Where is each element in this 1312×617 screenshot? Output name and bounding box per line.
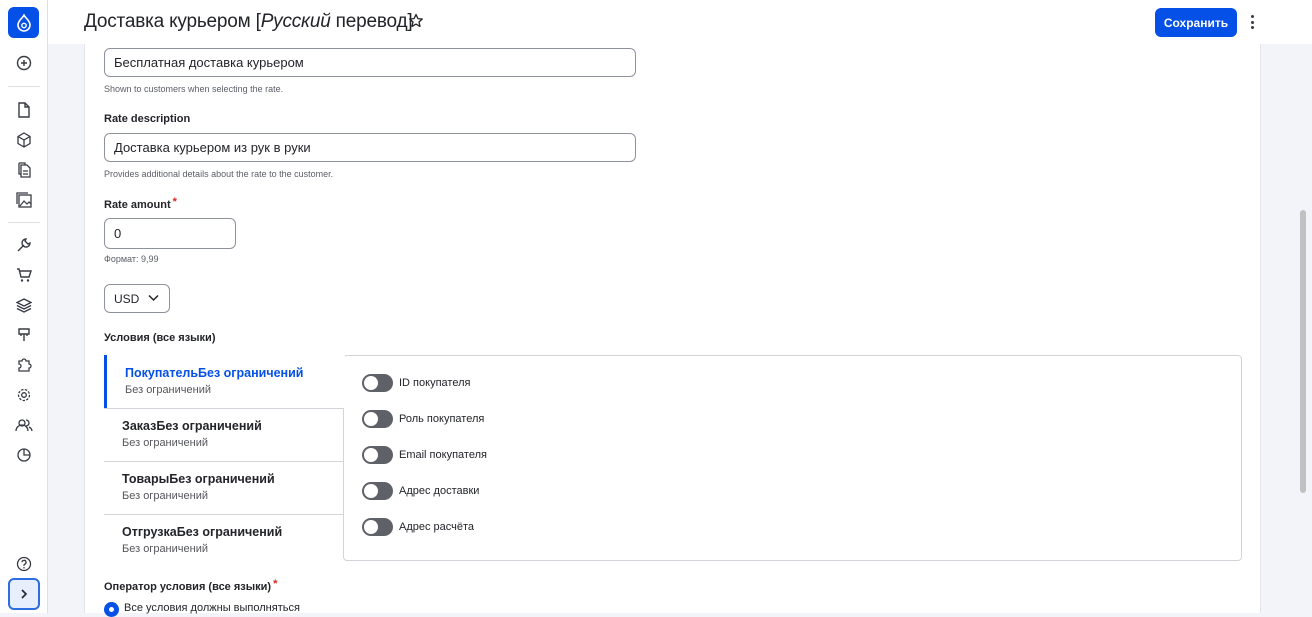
billing-address-toggle[interactable]	[362, 518, 393, 536]
shipping-address-toggle[interactable]	[362, 482, 393, 500]
condition-tab-title: ТоварыБез ограничений	[122, 472, 275, 486]
form-card: Бесплатная доставка курьером Shown to cu…	[84, 44, 1261, 617]
conditions-label: Условия (все языки)	[104, 332, 216, 344]
rate-amount-input[interactable]: 0	[104, 218, 236, 249]
brush-icon[interactable]	[12, 323, 36, 347]
page-scrollbar-thumb[interactable]	[1300, 210, 1306, 493]
chevron-right-icon	[21, 589, 28, 599]
users-icon[interactable]	[12, 413, 36, 437]
customer-id-toggle[interactable]	[362, 374, 393, 392]
page-title: Доставка курьером [Русский перевод]	[84, 11, 413, 33]
condition-tab-shipment[interactable]: ОтгрузкаБез ограничений Без ограничений	[104, 515, 344, 561]
toggle-row-customer-email: Email покупателя	[362, 446, 487, 464]
document-icon[interactable]	[12, 98, 36, 122]
save-button[interactable]: Сохранить	[1155, 8, 1237, 37]
currency-select[interactable]: USD	[104, 284, 170, 313]
customer-role-toggle[interactable]	[362, 410, 393, 428]
admin-toolbar	[0, 0, 48, 613]
page-title-language: Русский	[260, 11, 331, 32]
condition-tab-title: ЗаказБез ограничений	[122, 419, 262, 433]
wrench-icon[interactable]	[12, 233, 36, 257]
required-mark: *	[172, 196, 177, 208]
rate-amount-help: Формат: 9,99	[104, 254, 159, 264]
files-icon[interactable]	[12, 158, 36, 182]
rate-amount-label: Rate amount *	[104, 196, 177, 211]
page-header: Доставка курьером [Русский перевод] Сохр…	[48, 0, 1312, 44]
condition-tab-order[interactable]: ЗаказБез ограничений Без ограничений	[104, 409, 344, 461]
rate-description-label: Rate description	[104, 113, 191, 125]
puzzle-icon[interactable]	[12, 353, 36, 377]
gear-icon[interactable]	[12, 383, 36, 407]
condition-tab-subtitle: Без ограничений	[125, 384, 211, 396]
layers-icon[interactable]	[12, 293, 36, 317]
toggle-row-customer-role: Роль покупателя	[362, 410, 484, 428]
more-actions-icon[interactable]	[1246, 12, 1258, 32]
rate-description-help: Provides additional details about the ra…	[104, 169, 334, 179]
cart-icon[interactable]	[12, 263, 36, 287]
toggle-row-customer-id: ID покупателя	[362, 374, 470, 392]
page-title-suffix: перевод]	[330, 11, 413, 32]
chevron-down-icon	[148, 294, 159, 302]
toggle-label: Адрес доставки	[399, 485, 480, 497]
currency-select-value: USD	[114, 291, 140, 306]
image-icon[interactable]	[12, 188, 36, 212]
rate-description-input[interactable]: Доставка курьером из рук в руки	[104, 133, 636, 162]
drupal-logo-icon[interactable]	[8, 7, 39, 38]
page-title-prefix: Доставка курьером [	[84, 11, 261, 32]
rate-name-input[interactable]: Бесплатная доставка курьером	[104, 48, 636, 77]
expand-toolbar-button[interactable]	[8, 578, 40, 610]
plus-circle-icon[interactable]	[12, 51, 36, 75]
toggle-row-shipping-address: Адрес доставки	[362, 482, 479, 500]
toggle-row-billing-address: Адрес расчёта	[362, 518, 474, 536]
condition-tab-customer[interactable]: ПокупательБез ограничений Без ограничени…	[104, 355, 344, 408]
toggle-label: Адрес расчёта	[399, 521, 475, 533]
rate-amount-label-text: Rate amount	[104, 199, 171, 211]
toggle-label: ID покупателя	[399, 377, 471, 389]
help-icon[interactable]	[12, 552, 36, 576]
toggle-label: Email покупателя	[399, 449, 487, 461]
toggle-label: Роль покупателя	[399, 413, 485, 425]
operator-all-label: Все условия должны выполняться	[124, 602, 300, 614]
operator-label: Оператор условия (все языки) *	[104, 578, 278, 593]
toolbar-divider	[8, 222, 40, 223]
condition-tab-products[interactable]: ТоварыБез ограничений Без ограничений	[104, 462, 344, 514]
toolbar-divider	[8, 86, 40, 87]
condition-tab-subtitle: Без ограничений	[122, 543, 208, 555]
cube-icon[interactable]	[12, 128, 36, 152]
rate-name-help: Shown to customers when selecting the ra…	[104, 84, 284, 94]
required-mark: *	[273, 578, 278, 590]
condition-tab-title: ОтгрузкаБез ограничений	[122, 525, 283, 539]
operator-label-text: Оператор условия (все языки)	[104, 581, 272, 593]
condition-tab-subtitle: Без ограничений	[122, 490, 208, 502]
operator-all-radio[interactable]	[104, 602, 119, 617]
chart-pie-icon[interactable]	[12, 443, 36, 467]
panel-tab-joint	[343, 356, 345, 408]
customer-email-toggle[interactable]	[362, 446, 393, 464]
star-icon[interactable]	[408, 13, 426, 31]
condition-tab-subtitle: Без ограничений	[122, 437, 208, 449]
condition-tab-title: ПокупательБез ограничений	[125, 366, 304, 380]
